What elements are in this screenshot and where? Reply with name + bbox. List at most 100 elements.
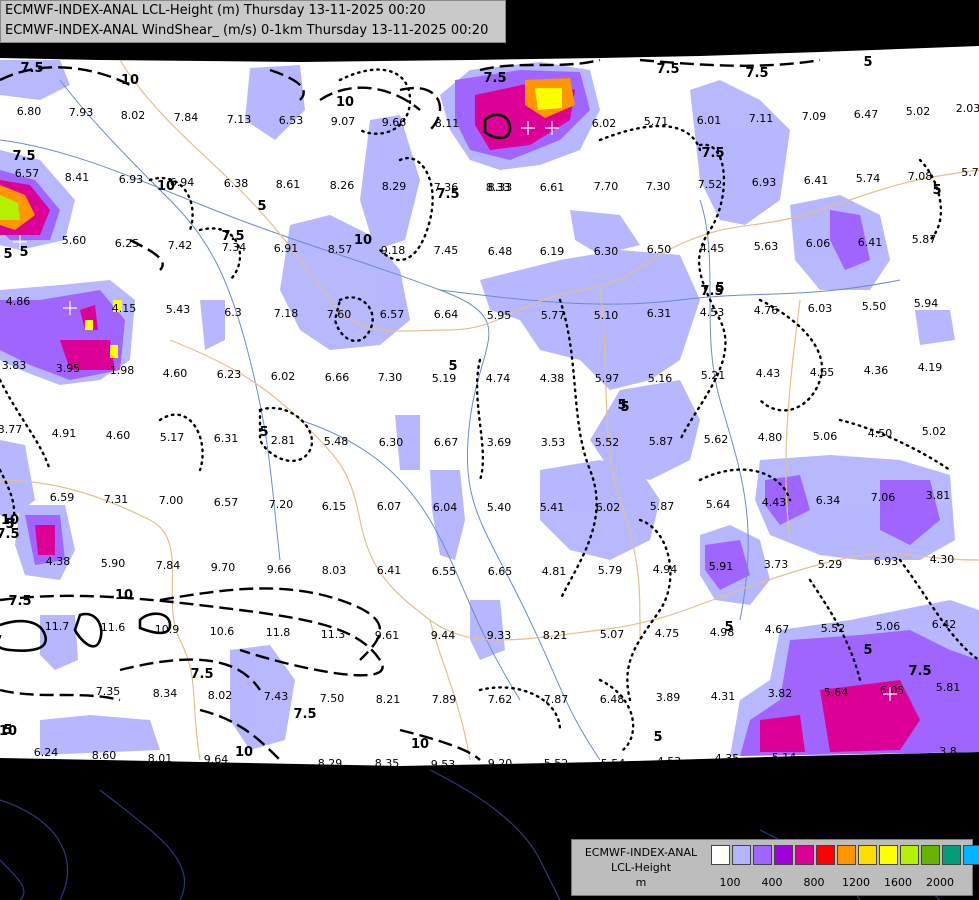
lcl-value-label: 11.8 — [266, 626, 291, 639]
lcl-value-label: 6.02 — [592, 117, 617, 130]
lcl-value-label: 3.81 — [926, 489, 951, 502]
contour-value-label: 10 — [354, 233, 372, 248]
weather-map: 7.510 7.57.5 7.557.510107.557.5107.5555555… — [0, 0, 979, 900]
lcl-value-label: 7.89 — [432, 693, 457, 706]
lcl-value-label: 7.62 — [488, 693, 513, 706]
lcl-value-label: 11.7 — [45, 620, 70, 633]
lcl-value-label: 6.64 — [434, 308, 459, 321]
lcl-value-label: 5.94 — [914, 297, 939, 310]
lcl-value-label: 3.89 — [656, 691, 681, 704]
lcl-value-label: 5.81 — [936, 681, 961, 694]
contour-value-label: 10 — [411, 737, 429, 752]
lcl-value-label: 2.03 — [956, 102, 979, 115]
legend-title: ECMWF-INDEX-ANAL LCL-Height m — [574, 845, 708, 890]
lcl-value-label: 5.95 — [487, 309, 512, 322]
lcl-value-label: 6.41 — [858, 236, 883, 249]
lcl-value-label: 8.29 — [318, 757, 343, 770]
lcl-value-label: 6.67 — [434, 436, 459, 449]
contour-value-label: 7.5 — [483, 71, 506, 86]
lcl-value-label: 2.81 — [271, 434, 296, 447]
lcl-value-label: 4.38 — [46, 555, 71, 568]
lcl-value-label: 7.00 — [159, 494, 184, 507]
lcl-value-label: 6.07 — [377, 500, 402, 513]
lcl-value-label: 6.23 — [217, 368, 242, 381]
lcl-value-label: 6.3 — [224, 306, 242, 319]
lcl-value-label: 6.06 — [806, 237, 831, 250]
lcl-value-label: 7.84 — [174, 111, 199, 124]
lcl-value-label: 7.30 — [378, 371, 403, 384]
lcl-value-label: 4.60 — [163, 367, 188, 380]
lcl-value-label: 6.04 — [433, 501, 458, 514]
contour-value-label: 5 — [863, 55, 872, 70]
lcl-value-label: 6.93 — [119, 173, 144, 186]
lcl-value-label: 5.19 — [432, 372, 457, 385]
lcl-value-label: 7.70 — [594, 180, 619, 193]
lcl-value-label: 4.38 — [540, 372, 565, 385]
legend-swatch — [837, 845, 856, 865]
lcl-value-label: 8.01 — [148, 752, 173, 765]
lcl-value-label: 5.87 — [649, 435, 674, 448]
contour-value-label: 5 — [617, 398, 626, 413]
lcl-value-label: 4.98 — [710, 626, 735, 639]
lcl-value-label: 6.38 — [224, 177, 249, 190]
contour-value-label: 5 — [5, 517, 14, 532]
lcl-value-label: 5.07 — [600, 628, 625, 641]
lcl-value-label: 5.79 — [598, 564, 623, 577]
lcl-value-label: 4.35 — [715, 752, 740, 765]
lcl-value-label: 9.18 — [381, 244, 406, 257]
lcl-value-label: 5.17 — [160, 431, 185, 444]
lcl-value-label: 6.48 — [488, 245, 513, 258]
lcl-value-label: 5.02 — [922, 425, 947, 438]
lcl-value-label: 3.95 — [56, 362, 81, 375]
lcl-value-label: 6.34 — [816, 494, 841, 507]
lcl-value-label: 7.87 — [544, 693, 569, 706]
lcl-value-label: 5.60 — [62, 234, 87, 247]
lcl-value-label: 4.76 — [754, 304, 779, 317]
lcl-value-label: 1.98 — [110, 364, 135, 377]
lcl-value-label: 6.02 — [596, 501, 621, 514]
legend-parameter-name: LCL-Height — [610, 861, 672, 874]
lcl-value-label: 6.42 — [932, 618, 957, 631]
lcl-value-label: 3.77 — [0, 423, 22, 436]
lcl-value-label: 5.48 — [324, 435, 349, 448]
lcl-value-label: 4.15 — [112, 302, 137, 315]
lcl-value-label: 4.86 — [6, 295, 31, 308]
contour-value-label: 7.5 — [8, 594, 31, 609]
legend-swatch — [816, 845, 835, 865]
contour-value-label: 5 — [257, 199, 266, 214]
lcl-value-label: 5.50 — [862, 300, 887, 313]
lcl-value-label: 6.31 — [214, 432, 239, 445]
lcl-value-label: 8.35 — [375, 757, 400, 770]
lcl-value-label: 8.21 — [543, 629, 568, 642]
lcl-value-label: 8.26 — [330, 179, 355, 192]
lcl-value-label: 9.66 — [382, 116, 407, 129]
lcl-value-label: 6.05 — [880, 684, 905, 697]
contour-value-label: 7.5 — [700, 284, 723, 299]
lcl-value-label: 6.30 — [379, 436, 404, 449]
contour-value-label: 10 — [115, 588, 133, 603]
lcl-value-label: 9.07 — [331, 115, 356, 128]
title-line-lcl: ECMWF-INDEX-ANAL LCL-Height (m) Thursday… — [5, 3, 426, 18]
lcl-value-label: 8.61 — [276, 178, 301, 191]
lcl-value-label: 6.24 — [34, 746, 59, 759]
lcl-value-label: 6.41 — [804, 174, 829, 187]
contour-value-label: 7.5 — [656, 62, 679, 77]
contour-value-label: 7.5 — [293, 707, 316, 722]
lcl-value-label: 5.77 — [541, 309, 566, 322]
title-line-windshear: ECMWF-INDEX-ANAL WindShear_ (m/s) 0-1km … — [5, 23, 489, 38]
lcl-value-label: 7.31 — [104, 493, 129, 506]
lcl-value-label: 4.81 — [542, 565, 567, 578]
lcl-value-label: 5.40 — [487, 501, 512, 514]
lcl-value-label: 3.83 — [2, 359, 27, 372]
contour-value-label: 5 — [259, 425, 268, 440]
lcl-value-label: 6.47 — [854, 108, 879, 121]
contour-value-label: 10 — [0, 724, 17, 739]
lcl-value-label: 9.33 — [487, 629, 512, 642]
lcl-value-label: 4.45 — [700, 242, 725, 255]
lcl-value-label: 10.6 — [210, 625, 235, 638]
legend-swatch — [774, 845, 793, 865]
lcl-value-label: 8.03 — [322, 564, 347, 577]
lcl-value-label: 5.7 — [961, 166, 979, 179]
lcl-value-label: 8.21 — [376, 693, 401, 706]
lcl-value-label: 7.60 — [327, 308, 352, 321]
